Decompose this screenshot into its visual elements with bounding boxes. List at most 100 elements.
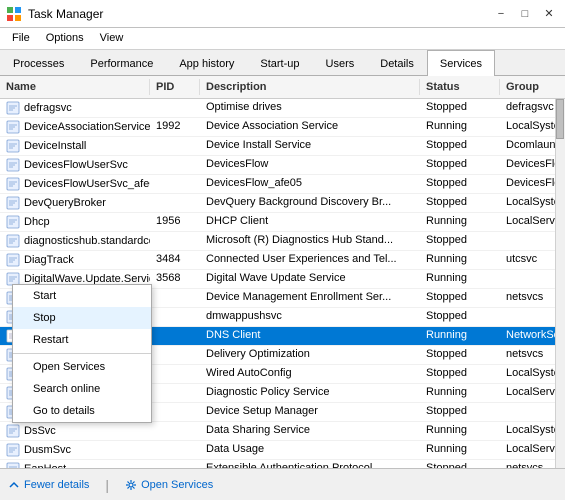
- tab-app-history[interactable]: App history: [166, 50, 247, 76]
- service-status-cell: Stopped: [420, 175, 500, 193]
- service-pid-cell: [150, 403, 200, 421]
- service-name-cell: diagnosticshub.standardco...: [0, 232, 150, 250]
- service-description-cell: Data Usage: [200, 441, 420, 459]
- context-menu-item-go-to-details[interactable]: Go to details: [13, 400, 151, 422]
- service-status-cell: Stopped: [420, 289, 500, 307]
- service-name-cell: DeviceAssociationService: [0, 118, 150, 136]
- service-description-cell: Extensible Authentication Protocol: [200, 460, 420, 468]
- service-status-cell: Running: [420, 213, 500, 231]
- table-row[interactable]: DeviceAssociationService 1992 Device Ass…: [0, 118, 565, 137]
- context-menu-item-restart[interactable]: Restart: [13, 329, 151, 351]
- col-header-group[interactable]: Group: [500, 79, 565, 95]
- service-pid-cell: [150, 384, 200, 402]
- title-bar: Task Manager − □ ✕: [0, 0, 565, 28]
- table-row[interactable]: defragsvc Optimise drives Stopped defrag…: [0, 99, 565, 118]
- service-name-cell: DsSvc: [0, 422, 150, 440]
- table-row[interactable]: Dhcp 1956 DHCP Client Running LocalServi…: [0, 213, 565, 232]
- col-header-status[interactable]: Status: [420, 79, 500, 95]
- service-description-cell: Device Association Service: [200, 118, 420, 136]
- service-description-cell: dmwappushsvc: [200, 308, 420, 326]
- service-description-cell: DevicesFlow: [200, 156, 420, 174]
- context-menu-separator: [13, 353, 151, 354]
- service-name-cell: defragsvc: [0, 99, 150, 117]
- bottom-bar: Fewer details | Open Services: [0, 468, 565, 500]
- table-row[interactable]: DsSvc Data Sharing Service Running Local…: [0, 422, 565, 441]
- service-pid-cell: [150, 156, 200, 174]
- service-status-cell: Running: [420, 441, 500, 459]
- table-row[interactable]: EapHost Extensible Authentication Protoc…: [0, 460, 565, 468]
- col-header-description[interactable]: Description: [200, 79, 420, 95]
- table-row[interactable]: DevicesFlowUserSvc DevicesFlow Stopped D…: [0, 156, 565, 175]
- table-row[interactable]: DiagTrack 3484 Connected User Experience…: [0, 251, 565, 270]
- service-pid-cell: [150, 346, 200, 364]
- service-status-cell: Running: [420, 327, 500, 345]
- maximize-button[interactable]: □: [515, 4, 535, 24]
- service-status-cell: Stopped: [420, 308, 500, 326]
- service-pid-cell: 3484: [150, 251, 200, 269]
- tab-performance[interactable]: Performance: [77, 50, 166, 76]
- service-name-cell: DevicesFlowUserSvc_afe05: [0, 175, 150, 193]
- service-pid-cell: [150, 232, 200, 250]
- close-button[interactable]: ✕: [539, 4, 559, 24]
- service-pid-cell: [150, 137, 200, 155]
- service-description-cell: Microsoft (R) Diagnostics Hub Stand...: [200, 232, 420, 250]
- tab-startup[interactable]: Start-up: [247, 50, 312, 76]
- service-description-cell: Digital Wave Update Service: [200, 270, 420, 288]
- scrollbar-thumb[interactable]: [556, 99, 564, 139]
- service-name-cell: DeviceInstall: [0, 137, 150, 155]
- service-status-cell: Stopped: [420, 99, 500, 117]
- tab-details[interactable]: Details: [367, 50, 427, 76]
- service-name-cell: DevicesFlowUserSvc: [0, 156, 150, 174]
- chevron-up-icon: [8, 479, 20, 491]
- service-pid-cell: [150, 99, 200, 117]
- service-pid-cell: [150, 441, 200, 459]
- table-row[interactable]: DevicesFlowUserSvc_afe05 DevicesFlow_afe…: [0, 175, 565, 194]
- service-description-cell: Wired AutoConfig: [200, 365, 420, 383]
- col-header-pid[interactable]: PID: [150, 79, 200, 95]
- service-description-cell: Device Install Service: [200, 137, 420, 155]
- table-row[interactable]: DeviceInstall Device Install Service Sto…: [0, 137, 565, 156]
- minimize-button[interactable]: −: [491, 4, 511, 24]
- table-row[interactable]: diagnosticshub.standardco... Microsoft (…: [0, 232, 565, 251]
- gear-icon: [125, 479, 137, 491]
- service-pid-cell: [150, 460, 200, 468]
- service-status-cell: Stopped: [420, 194, 500, 212]
- service-name-cell: DiagTrack: [0, 251, 150, 269]
- context-menu: Start Stop Restart Open Services Search …: [12, 284, 152, 423]
- bottom-separator: |: [105, 477, 109, 493]
- tabs-bar: Processes Performance App history Start-…: [0, 50, 565, 76]
- col-header-name[interactable]: Name: [0, 79, 150, 95]
- context-menu-item-stop[interactable]: Stop: [13, 307, 151, 329]
- fewer-details-label: Fewer details: [24, 479, 89, 491]
- tab-services[interactable]: Services: [427, 50, 495, 76]
- table-row[interactable]: DevQueryBroker DevQuery Background Disco…: [0, 194, 565, 213]
- menu-view[interactable]: View: [92, 30, 132, 47]
- tab-users[interactable]: Users: [313, 50, 368, 76]
- service-description-cell: Data Sharing Service: [200, 422, 420, 440]
- table-row[interactable]: DusmSvc Data Usage Running LocalServiceN…: [0, 441, 565, 460]
- service-status-cell: Running: [420, 118, 500, 136]
- context-menu-item-search-online[interactable]: Search online: [13, 378, 151, 400]
- service-pid-cell: [150, 327, 200, 345]
- context-menu-item-start[interactable]: Start: [13, 285, 151, 307]
- app-title: Task Manager: [28, 7, 103, 21]
- tab-processes[interactable]: Processes: [0, 50, 77, 76]
- service-status-cell: Stopped: [420, 137, 500, 155]
- table-body: defragsvc Optimise drives Stopped defrag…: [0, 99, 565, 468]
- context-menu-item-open-services[interactable]: Open Services: [13, 356, 151, 378]
- open-services-link[interactable]: Open Services: [125, 479, 213, 491]
- service-status-cell: Stopped: [420, 403, 500, 421]
- app-icon: [6, 6, 22, 22]
- open-services-label: Open Services: [141, 479, 213, 491]
- fewer-details-link[interactable]: Fewer details: [8, 479, 89, 491]
- service-status-cell: Stopped: [420, 365, 500, 383]
- menu-options[interactable]: Options: [38, 30, 92, 47]
- scrollbar-track[interactable]: [555, 99, 565, 468]
- service-name-cell: EapHost: [0, 460, 150, 468]
- service-pid-cell: [150, 194, 200, 212]
- service-pid-cell: [150, 422, 200, 440]
- service-description-cell: Device Setup Manager: [200, 403, 420, 421]
- service-description-cell: Device Management Enrollment Ser...: [200, 289, 420, 307]
- menu-file[interactable]: File: [4, 30, 38, 47]
- service-description-cell: Diagnostic Policy Service: [200, 384, 420, 402]
